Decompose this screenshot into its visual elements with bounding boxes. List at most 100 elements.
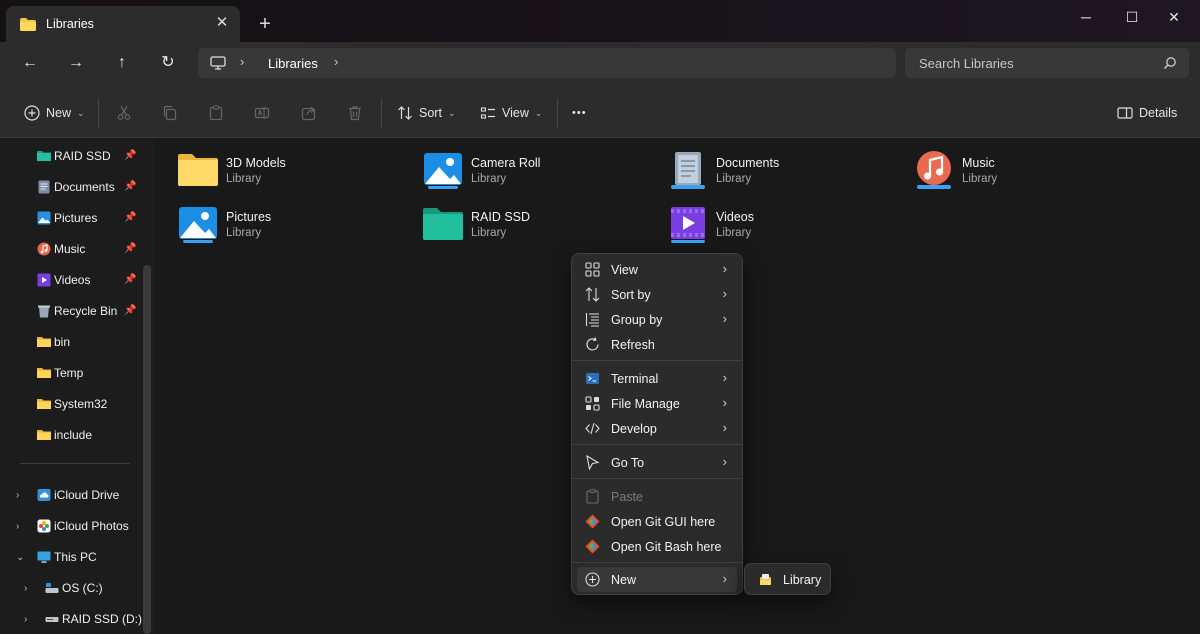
details-pane-icon xyxy=(1117,107,1133,119)
search-input[interactable]: Search Libraries xyxy=(919,56,1014,71)
sidebar-item-pictures[interactable]: Pictures 📌 xyxy=(0,205,145,231)
paste-button[interactable] xyxy=(208,102,224,124)
chevron-right-icon[interactable]: › xyxy=(16,521,19,532)
library-item-pictures[interactable]: Pictures Library xyxy=(177,205,397,249)
sidebar-item-documents[interactable]: Documents 📌 xyxy=(0,174,145,200)
refresh-button[interactable]: ↻ xyxy=(154,52,182,74)
pin-icon[interactable]: 📌 xyxy=(124,243,136,255)
menu-item-view[interactable]: View › xyxy=(577,257,737,282)
copy-button[interactable] xyxy=(162,102,178,124)
menu-item-label: Go To xyxy=(611,456,645,470)
menu-divider xyxy=(572,444,742,445)
library-type: Library xyxy=(716,173,752,185)
chevron-right-icon[interactable]: › xyxy=(24,583,27,594)
sidebar-item-temp[interactable]: Temp xyxy=(0,360,145,386)
menu-item-sort-by[interactable]: Sort by › xyxy=(577,282,737,307)
details-button[interactable]: Details xyxy=(1117,102,1177,124)
library-item-3d-models[interactable]: 3D Models Library xyxy=(177,151,397,195)
library-type: Library xyxy=(226,173,262,185)
sidebar-item-include[interactable]: include xyxy=(0,422,145,448)
up-button[interactable]: ↑ xyxy=(108,52,136,74)
pin-icon[interactable]: 📌 xyxy=(124,305,136,317)
library-type: Library xyxy=(226,227,262,239)
git-gui-icon xyxy=(585,514,600,529)
menu-item-develop[interactable]: Develop › xyxy=(577,416,737,441)
pin-icon[interactable]: 📌 xyxy=(124,181,136,193)
cut-button[interactable] xyxy=(116,102,132,124)
more-options-button[interactable]: ••• xyxy=(572,102,587,124)
sidebar-item-system32[interactable]: System32 xyxy=(0,391,145,417)
chevron-right-icon[interactable]: › xyxy=(240,54,244,69)
title-bar: Libraries ✕ + ─ ☐ ✕ xyxy=(0,0,1200,42)
view-button[interactable]: View ⌄ xyxy=(480,102,542,124)
pin-icon[interactable]: 📌 xyxy=(124,150,136,162)
new-button[interactable]: New ⌄ xyxy=(24,102,85,124)
sidebar-item-music[interactable]: Music 📌 xyxy=(0,236,145,262)
close-window-button[interactable]: ✕ xyxy=(1157,6,1191,28)
menu-item-refresh[interactable]: Refresh xyxy=(577,332,737,357)
menu-item-label: Open Git GUI here xyxy=(611,515,716,529)
library-name: 3D Models xyxy=(226,156,286,170)
sort-button[interactable]: Sort ⌄ xyxy=(397,102,455,124)
delete-button[interactable] xyxy=(347,102,363,124)
pin-icon[interactable]: 📌 xyxy=(124,212,136,224)
menu-item-open-git-bash[interactable]: Open Git Bash here xyxy=(577,534,737,559)
breadcrumb[interactable]: Libraries xyxy=(268,56,318,71)
rename-button[interactable] xyxy=(254,102,270,124)
tab-libraries[interactable]: Libraries ✕ xyxy=(6,6,240,42)
sidebar-item-icloud-drive[interactable]: › iCloud Drive xyxy=(0,482,145,508)
terminal-icon xyxy=(586,373,599,384)
pictures-icon xyxy=(179,207,217,243)
search-box[interactable]: Search Libraries xyxy=(905,48,1189,78)
menu-divider xyxy=(572,478,742,479)
submenu-item-library[interactable]: Library xyxy=(783,573,821,587)
tab-close-icon[interactable]: ✕ xyxy=(214,15,230,31)
menu-item-file-manage[interactable]: File Manage › xyxy=(577,391,737,416)
chevron-right-icon[interactable]: › xyxy=(334,54,338,69)
menu-item-open-git-gui[interactable]: Open Git GUI here xyxy=(577,509,737,534)
menu-item-paste[interactable]: Paste xyxy=(577,484,737,509)
menu-item-label: New xyxy=(611,573,637,587)
sidebar-scrollbar[interactable] xyxy=(143,265,151,634)
sidebar-item-bin[interactable]: bin xyxy=(0,329,145,355)
library-item-documents[interactable]: Documents Library xyxy=(667,151,887,195)
documents-icon xyxy=(38,180,50,194)
menu-item-label: Develop xyxy=(611,422,657,436)
chevron-right-icon[interactable]: › xyxy=(16,490,19,501)
menu-item-new[interactable]: New › xyxy=(577,567,737,592)
chevron-right-icon[interactable]: › xyxy=(24,614,27,625)
library-type: Library xyxy=(716,227,752,239)
divider xyxy=(98,98,99,128)
sidebar-item-videos[interactable]: Videos 📌 xyxy=(0,267,145,293)
pin-icon[interactable]: 📌 xyxy=(124,274,136,286)
os-drive-icon xyxy=(45,583,59,593)
sidebar-item-label: This PC xyxy=(54,550,97,564)
sidebar-item-icloud-photos[interactable]: › iCloud Photos xyxy=(0,513,145,539)
library-item-camera-roll[interactable]: Camera Roll Library xyxy=(422,151,642,195)
sidebar-item-raid-ssd-d[interactable]: › RAID SSD (D:) xyxy=(0,606,145,632)
trash-icon xyxy=(349,106,361,121)
maximize-button[interactable]: ☐ xyxy=(1115,6,1149,28)
library-item-music[interactable]: Music Library xyxy=(913,151,1133,195)
sidebar-item-this-pc[interactable]: ⌄ This PC xyxy=(0,544,145,570)
sidebar-item-os-c[interactable]: › OS (C:) xyxy=(0,575,145,601)
forward-button[interactable]: → xyxy=(62,52,90,74)
minimize-button[interactable]: ─ xyxy=(1069,6,1103,28)
drive-green-icon xyxy=(423,208,463,240)
sidebar-item-recycle-bin[interactable]: Recycle Bin 📌 xyxy=(0,298,145,324)
library-item-raid-ssd[interactable]: RAID SSD Library xyxy=(422,205,642,249)
new-tab-button[interactable]: + xyxy=(256,14,274,34)
folder-icon xyxy=(37,399,51,409)
address-bar[interactable]: › Libraries › xyxy=(198,48,896,78)
library-item-videos[interactable]: Videos Library xyxy=(667,205,887,249)
menu-item-group-by[interactable]: Group by › xyxy=(577,307,737,332)
videos-icon xyxy=(37,273,51,287)
library-type: Library xyxy=(471,173,507,185)
back-button[interactable]: ← xyxy=(16,52,44,74)
menu-item-terminal[interactable]: Terminal › xyxy=(577,366,737,391)
share-button[interactable] xyxy=(301,102,317,124)
sidebar-item-raid-ssd[interactable]: RAID SSD 📌 xyxy=(0,143,145,169)
pictures-icon xyxy=(424,153,462,189)
menu-item-go-to[interactable]: Go To › xyxy=(577,450,737,475)
chevron-down-icon[interactable]: ⌄ xyxy=(16,552,24,563)
